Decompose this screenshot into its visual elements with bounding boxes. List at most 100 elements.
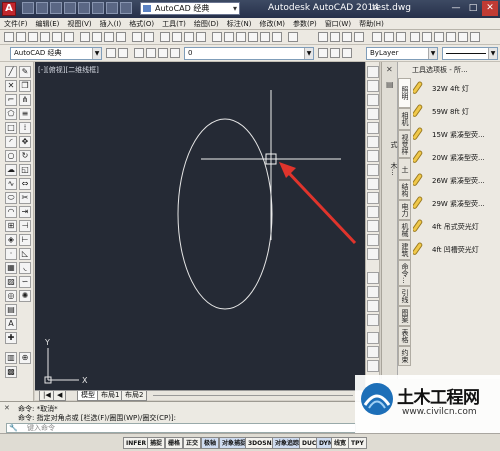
- tab-layout1[interactable]: 布局1: [97, 391, 124, 401]
- palette-item[interactable]: 4ft 吊式荧光灯: [413, 217, 499, 237]
- minimize-button[interactable]: —: [448, 1, 464, 16]
- table-style-icon[interactable]: [342, 32, 352, 42]
- erase-icon[interactable]: ✎: [19, 66, 31, 78]
- help-icon[interactable]: [288, 32, 298, 42]
- snap-perpendicular-icon[interactable]: [367, 234, 379, 246]
- ellipse-arc-icon[interactable]: ◠: [5, 206, 17, 218]
- layer-previous-icon[interactable]: [330, 48, 340, 58]
- design-center-icon[interactable]: [224, 32, 234, 42]
- scale-icon[interactable]: ◱: [19, 164, 31, 176]
- ellipse-icon[interactable]: ⬭: [5, 192, 17, 204]
- multiline-text-icon[interactable]: A: [5, 318, 17, 330]
- sheet-set-icon[interactable]: [248, 32, 258, 42]
- gradient-icon[interactable]: ▨: [5, 276, 17, 288]
- offset-icon[interactable]: ≡: [19, 108, 31, 120]
- menu-item-help[interactable]: 帮助(H): [355, 18, 388, 30]
- command-input[interactable]: 🔧 键入命令: [6, 423, 356, 433]
- status-grid[interactable]: 栅格: [165, 437, 184, 449]
- polyline-icon[interactable]: ⌐: [5, 94, 17, 106]
- tab-layout2[interactable]: 布局2: [121, 391, 148, 401]
- snap-extension-icon[interactable]: [367, 178, 379, 190]
- hatch-icon[interactable]: [470, 32, 480, 42]
- tab-visual-styles[interactable]: 视觉样式: [390, 130, 411, 158]
- close-window-button[interactable]: ✕: [482, 1, 498, 16]
- osnap-settings-icon[interactable]: [367, 314, 379, 326]
- layer-match-icon[interactable]: [342, 48, 352, 58]
- undo-icon[interactable]: [92, 2, 104, 14]
- save-as-icon[interactable]: [64, 2, 76, 14]
- stretch-icon[interactable]: ⇔: [19, 178, 31, 190]
- snap-endpoint-icon[interactable]: [367, 136, 379, 148]
- tab-command[interactable]: 命令...: [398, 260, 411, 286]
- snap-nearest-icon[interactable]: [367, 286, 379, 298]
- layer-state-icon[interactable]: [384, 32, 394, 42]
- blend-icon[interactable]: ∽: [19, 276, 31, 288]
- list-icon[interactable]: [367, 108, 379, 120]
- layer-on-icon[interactable]: [146, 48, 156, 58]
- rotate-icon[interactable]: ↻: [19, 150, 31, 162]
- menu-item-view[interactable]: 视图(V): [63, 18, 95, 30]
- trim-icon[interactable]: ✂: [19, 192, 31, 204]
- workspace-combo[interactable]: AutoCAD 经典 ▼: [10, 47, 102, 60]
- snap-center-icon[interactable]: [367, 192, 379, 204]
- menu-item-format[interactable]: 格式(O): [125, 18, 158, 30]
- tab-mechanical[interactable]: 机械: [398, 220, 411, 240]
- undo-icon[interactable]: [132, 32, 142, 42]
- point-icon[interactable]: ·: [5, 248, 17, 260]
- add-selected-icon[interactable]: ✚: [5, 332, 17, 344]
- close-icon[interactable]: ✕: [386, 66, 394, 74]
- snap-none-icon[interactable]: [367, 300, 379, 312]
- snap-quadrant-icon[interactable]: [367, 206, 379, 218]
- layer-properties-icon[interactable]: [372, 32, 382, 42]
- tab-lighting[interactable]: 照明: [398, 78, 411, 108]
- table-icon[interactable]: ▤: [5, 304, 17, 316]
- move-icon[interactable]: ✥: [19, 136, 31, 148]
- status-ortho[interactable]: 正交: [183, 437, 202, 449]
- dim-style-icon[interactable]: [330, 32, 340, 42]
- tab-leaders[interactable]: 引线: [398, 286, 411, 306]
- chamfer-icon[interactable]: ◺: [19, 248, 31, 260]
- tab-structural[interactable]: 结构: [398, 180, 411, 200]
- snap-parallel-icon[interactable]: [367, 248, 379, 260]
- status-tpy[interactable]: TPY: [348, 437, 367, 449]
- pan-icon[interactable]: [160, 32, 170, 42]
- region-icon[interactable]: ◎: [5, 290, 17, 302]
- status-infer[interactable]: INFER: [123, 437, 150, 449]
- break-icon[interactable]: ⊣: [19, 220, 31, 232]
- fillet-icon[interactable]: ◟: [19, 262, 31, 274]
- copy-object-icon[interactable]: ❐: [19, 80, 31, 92]
- plot-style-icon[interactable]: [446, 32, 456, 42]
- extend-icon[interactable]: ⇥: [19, 206, 31, 218]
- aligned-dim-icon[interactable]: [367, 346, 379, 358]
- palette-item[interactable]: 59W 8ft 灯: [413, 102, 499, 122]
- wrench-icon[interactable]: 🔧: [9, 424, 18, 432]
- redo-icon[interactable]: [106, 2, 118, 14]
- horizontal-scrollbar[interactable]: [153, 395, 353, 396]
- markup-icon[interactable]: [260, 32, 270, 42]
- autocad-logo-icon[interactable]: A: [2, 2, 16, 16]
- workspace-switcher[interactable]: AutoCAD 经典: [140, 2, 240, 15]
- radius-dim-icon[interactable]: [367, 360, 379, 372]
- new-file-icon[interactable]: [22, 2, 34, 14]
- close-icon[interactable]: ✕: [4, 404, 10, 412]
- workspace-settings-icon[interactable]: [120, 2, 132, 14]
- tab-tables[interactable]: 表格: [398, 326, 411, 346]
- menu-item-draw[interactable]: 绘图(D): [190, 18, 223, 30]
- menu-item-window[interactable]: 窗口(W): [321, 18, 355, 30]
- locate-point-icon[interactable]: [367, 122, 379, 134]
- palette-properties-icon[interactable]: ▤: [386, 80, 394, 89]
- snap-midpoint-icon[interactable]: [367, 150, 379, 162]
- construction-line-icon[interactable]: ✕: [5, 80, 17, 92]
- polygon-icon[interactable]: ⬠: [5, 108, 17, 120]
- status-polar[interactable]: 极轴: [201, 437, 220, 449]
- menu-item-tools[interactable]: 工具(T): [158, 18, 190, 30]
- drawing-area[interactable]: [-][俯视][二维线框] Y X: [35, 62, 365, 400]
- properties-panel-icon[interactable]: ▥: [5, 352, 17, 364]
- menu-item-modify[interactable]: 修改(M): [255, 18, 289, 30]
- zoom-extents-icon[interactable]: ⊕: [19, 352, 31, 364]
- tab-constraints[interactable]: 约束: [398, 346, 411, 366]
- mirror-icon[interactable]: ⋔: [19, 94, 31, 106]
- tab-hatches[interactable]: 图案: [398, 306, 411, 326]
- area-icon[interactable]: [367, 80, 379, 92]
- make-current-icon[interactable]: [318, 48, 328, 58]
